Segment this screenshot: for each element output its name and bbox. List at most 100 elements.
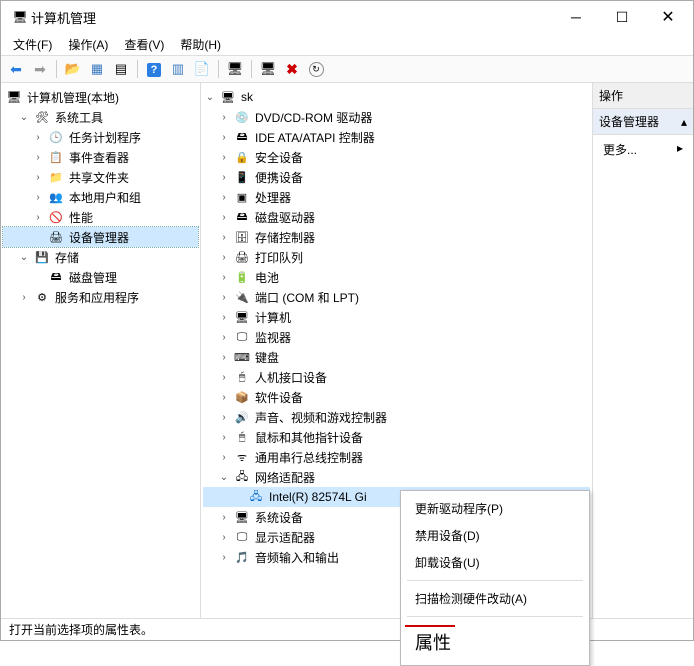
cat-cpu[interactable]: ›处理器 (203, 187, 590, 207)
ctx-properties[interactable]: 属性 (401, 621, 589, 661)
tree-local-users[interactable]: ›本地用户和组 (3, 187, 198, 207)
chevron-down-icon[interactable]: ⌄ (17, 250, 31, 264)
tree-system-tools[interactable]: ⌄系统工具 (3, 107, 198, 127)
chevron-right-icon[interactable]: › (217, 290, 231, 304)
tree-label: sk (239, 90, 255, 104)
tree-storage[interactable]: ⌄存储 (3, 247, 198, 267)
chevron-right-icon[interactable]: › (31, 150, 45, 164)
chevron-right-icon[interactable]: › (217, 170, 231, 184)
chevron-right-icon[interactable]: › (31, 190, 45, 204)
cat-sound[interactable]: ›声音、视频和游戏控制器 (203, 407, 590, 427)
cat-portable[interactable]: ›便携设备 (203, 167, 590, 187)
ctx-scan-hardware[interactable]: 扫描检测硬件改动(A) (401, 585, 589, 612)
chevron-down-icon[interactable]: ⌄ (217, 470, 231, 484)
chevron-right-icon[interactable]: › (217, 210, 231, 224)
chevron-right-icon[interactable]: › (217, 350, 231, 364)
view2-button[interactable] (110, 58, 132, 80)
back-icon (10, 61, 22, 78)
ctx-disable-device[interactable]: 禁用设备(D) (401, 522, 589, 549)
cat-software[interactable]: ›软件设备 (203, 387, 590, 407)
tree-disk-management[interactable]: 磁盘管理 (3, 267, 198, 287)
help-button[interactable] (143, 58, 165, 80)
chevron-down-icon[interactable]: ⌄ (203, 90, 217, 104)
cat-usb[interactable]: ›通用串行总线控制器 (203, 447, 590, 467)
tree-performance[interactable]: ›性能 (3, 207, 198, 227)
dev-root[interactable]: ⌄ sk (203, 87, 590, 107)
chevron-right-icon[interactable]: › (217, 270, 231, 284)
network-icon (234, 469, 250, 485)
close-button[interactable]: ✕ (645, 2, 691, 32)
chevron-right-icon[interactable]: › (217, 370, 231, 384)
window-title: 计算机管理 (31, 8, 553, 27)
chevron-right-icon[interactable]: › (17, 290, 31, 304)
chevron-right-icon[interactable]: › (217, 330, 231, 344)
up-button[interactable] (62, 58, 84, 80)
tree-label: 共享文件夹 (67, 169, 131, 186)
actions-section[interactable]: 设备管理器▴ (593, 109, 693, 135)
tree-root[interactable]: 计算机管理(本地) (3, 87, 198, 107)
tree-event-viewer[interactable]: ›事件查看器 (3, 147, 198, 167)
cat-dvd[interactable]: ›DVD/CD-ROM 驱动器 (203, 107, 590, 127)
tree-task-scheduler[interactable]: ›任务计划程序 (3, 127, 198, 147)
cat-storage-ctrl[interactable]: ›存储控制器 (203, 227, 590, 247)
cat-battery[interactable]: ›电池 (203, 267, 590, 287)
maximize-button[interactable]: ☐ (599, 2, 645, 32)
refresh-button[interactable] (305, 58, 327, 80)
tree-services[interactable]: ›服务和应用程序 (3, 287, 198, 307)
tree-label: 安全设备 (253, 149, 305, 166)
screen-button[interactable] (224, 58, 246, 80)
tree-label: 网络适配器 (253, 469, 317, 486)
cat-ports[interactable]: › 端口 (COM 和 LPT) (203, 287, 590, 307)
tree-shared-folders[interactable]: › 共享文件夹 (3, 167, 198, 187)
cat-print[interactable]: ›打印队列 (203, 247, 590, 267)
chevron-right-icon[interactable]: › (217, 390, 231, 404)
ctx-update-driver[interactable]: 更新驱动程序(P) (401, 495, 589, 522)
cat-monitor[interactable]: ›监视器 (203, 327, 590, 347)
tree-label: 键盘 (253, 349, 281, 366)
chevron-right-icon[interactable]: › (217, 410, 231, 424)
chevron-right-icon[interactable]: › (217, 430, 231, 444)
menu-file[interactable]: 文件(F) (7, 34, 58, 55)
chevron-right-icon[interactable]: › (217, 550, 231, 564)
prop-button[interactable] (191, 58, 213, 80)
chevron-right-icon[interactable]: › (31, 210, 45, 224)
cat-hid[interactable]: › 人机接口设备 (203, 367, 590, 387)
cat-ide[interactable]: ›IDE ATA/ATAPI 控制器 (203, 127, 590, 147)
audio-icon (234, 549, 250, 565)
scan-button[interactable] (257, 58, 279, 80)
chevron-right-icon[interactable]: › (217, 510, 231, 524)
chevron-right-icon[interactable]: › (31, 170, 45, 184)
menu-view[interactable]: 查看(V) (118, 34, 170, 55)
chevron-right-icon[interactable]: › (217, 150, 231, 164)
view1-button[interactable] (86, 58, 108, 80)
more-actions[interactable]: 更多...▸ (593, 135, 693, 164)
chevron-right-icon[interactable]: › (217, 110, 231, 124)
chevron-right-icon[interactable]: › (217, 190, 231, 204)
minimize-button[interactable]: ─ (553, 2, 599, 32)
menu-action[interactable]: 操作(A) (62, 34, 114, 55)
cat-keyboard[interactable]: › 键盘 (203, 347, 590, 367)
separator (251, 60, 252, 78)
chevron-down-icon[interactable]: ⌄ (17, 110, 31, 124)
chevron-right-icon[interactable]: › (217, 250, 231, 264)
chevron-right-icon[interactable]: › (217, 530, 231, 544)
chevron-right-icon[interactable]: › (31, 130, 45, 144)
tree-label: 人机接口设备 (253, 369, 329, 386)
cat-mouse[interactable]: ›鼠标和其他指针设备 (203, 427, 590, 447)
cat-security[interactable]: › 安全设备 (203, 147, 590, 167)
cat-computer[interactable]: ›计算机 (203, 307, 590, 327)
cat-disk[interactable]: ›磁盘驱动器 (203, 207, 590, 227)
menu-help[interactable]: 帮助(H) (174, 34, 227, 55)
chevron-right-icon[interactable]: › (217, 310, 231, 324)
chevron-right-icon[interactable]: › (217, 450, 231, 464)
cat-network[interactable]: ⌄ 网络适配器 (203, 467, 590, 487)
ctx-uninstall-device[interactable]: 卸载设备(U) (401, 549, 589, 576)
tree-label: 端口 (COM 和 LPT) (253, 289, 361, 306)
delete-button[interactable] (281, 58, 303, 80)
back-button[interactable] (5, 58, 27, 80)
chevron-right-icon[interactable]: › (217, 230, 231, 244)
tree-device-manager[interactable]: 设备管理器 (3, 227, 198, 247)
body: 计算机管理(本地) ⌄系统工具 ›任务计划程序 ›事件查看器 › 共享文件夹 ›本… (1, 83, 693, 618)
view3-button[interactable] (167, 58, 189, 80)
chevron-right-icon[interactable]: › (217, 130, 231, 144)
